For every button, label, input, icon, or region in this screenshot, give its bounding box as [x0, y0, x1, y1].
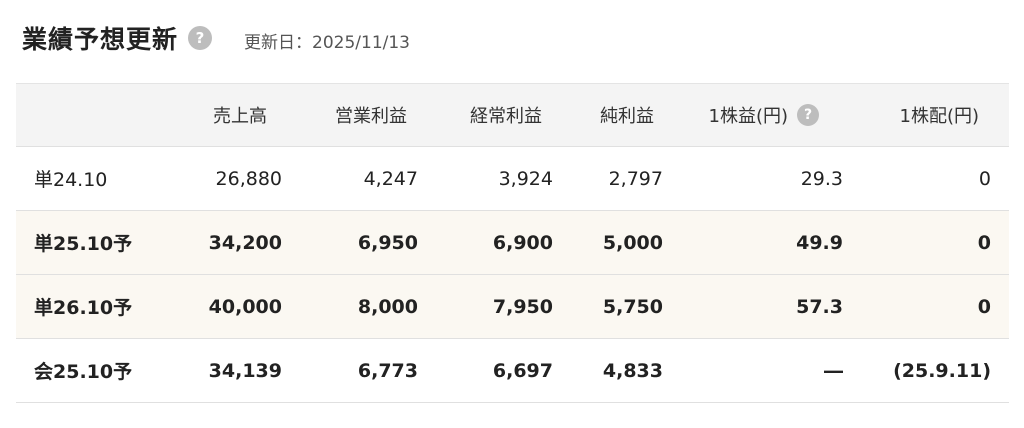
dividend-cell: 0: [977, 231, 991, 254]
operating-profit-cell: 6,773: [357, 359, 418, 382]
column-header-operating-profit: 営業利益: [335, 106, 407, 127]
eps-cell: 29.3: [800, 167, 843, 190]
period-cell: 単25.10予: [34, 233, 133, 255]
ordinary-profit-cell: 6,900: [492, 231, 553, 254]
dividend-cell: (25.9.11): [893, 359, 991, 382]
eps-help-icon[interactable]: ?: [797, 104, 819, 126]
column-header-eps-label: 1株益(円): [708, 106, 789, 127]
page-header: 業績予想更新 ? 更新日：2025/11/13: [22, 16, 410, 60]
help-icon[interactable]: ?: [188, 26, 213, 50]
ordinary-profit-cell: 3,924: [498, 167, 553, 190]
table-row: 会25.10予 34,139 6,773 6,697 4,833 ― (25.9…: [16, 339, 1009, 403]
table-header-row: 売上高 営業利益 経常利益 純利益 1株益(円) ? 1株配(円): [16, 83, 1009, 147]
eps-cell: ―: [824, 359, 843, 382]
period-cell: 単26.10予: [34, 297, 133, 319]
column-header-sales: 売上高: [213, 106, 267, 127]
ordinary-profit-cell: 7,950: [492, 295, 553, 318]
operating-profit-cell: 8,000: [357, 295, 418, 318]
eps-cell: 49.9: [796, 231, 843, 254]
column-header-net-profit: 純利益: [600, 106, 654, 127]
sales-cell: 26,880: [215, 167, 282, 190]
table-row: 単24.10 26,880 4,247 3,924 2,797 29.3 0: [16, 147, 1009, 211]
operating-profit-cell: 6,950: [357, 231, 418, 254]
net-profit-cell: 5,000: [602, 231, 663, 254]
sales-cell: 34,139: [208, 359, 282, 382]
operating-profit-cell: 4,247: [363, 167, 418, 190]
period-cell: 単24.10: [34, 169, 108, 191]
column-header-dividend: 1株配(円): [899, 106, 980, 127]
sales-cell: 34,200: [208, 231, 282, 254]
period-cell: 会25.10予: [34, 361, 133, 383]
dividend-cell: 0: [978, 167, 991, 190]
table-row: 単26.10予 40,000 8,000 7,950 5,750 57.3 0: [16, 275, 1009, 339]
forecast-table: 売上高 営業利益 経常利益 純利益 1株益(円) ? 1株配(円) 単24.10…: [16, 83, 1009, 403]
eps-cell: 57.3: [796, 295, 843, 318]
ordinary-profit-cell: 6,697: [492, 359, 553, 382]
net-profit-cell: 2,797: [608, 167, 663, 190]
updated-date: 更新日：2025/11/13: [244, 32, 410, 53]
table-row: 単25.10予 34,200 6,950 6,900 5,000 49.9 0: [16, 211, 1009, 275]
column-header-ordinary-profit: 経常利益: [470, 106, 542, 127]
net-profit-cell: 4,833: [602, 359, 663, 382]
sales-cell: 40,000: [208, 295, 282, 318]
page-title: 業績予想更新: [22, 25, 179, 54]
dividend-cell: 0: [977, 295, 991, 318]
column-header-eps: 1株益(円) ?: [708, 84, 819, 146]
net-profit-cell: 5,750: [602, 295, 663, 318]
